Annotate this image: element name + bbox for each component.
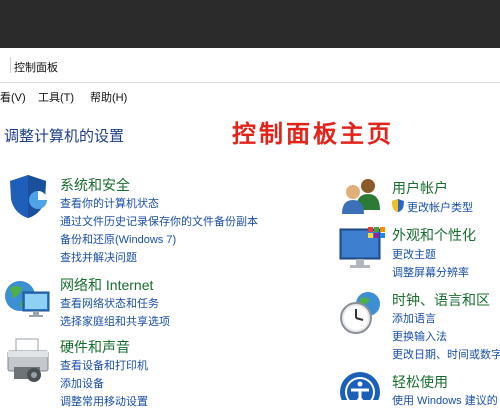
link-view-computer-status[interactable]: 查看你的计算机状态	[60, 195, 159, 211]
link-add-language[interactable]: 添加语言	[392, 310, 436, 326]
menu-tools[interactable]: 工具(T)	[38, 89, 74, 105]
link-backup-restore[interactable]: 备份和还原(Windows 7)	[60, 231, 176, 247]
link-change-account-type[interactable]: 更改帐户类型	[407, 199, 473, 215]
network-globe-icon[interactable]	[4, 274, 52, 322]
shield-icon[interactable]	[4, 172, 52, 220]
address-bar[interactable]: 控制面板	[0, 48, 500, 83]
category-title-clock-region[interactable]: 时钟、语言和区	[392, 290, 490, 310]
link-mobility-settings[interactable]: 调整常用移动设置	[60, 393, 148, 409]
link-change-theme[interactable]: 更改主题	[392, 246, 436, 262]
category-title-appearance[interactable]: 外观和个性化	[392, 225, 476, 245]
category-clock-region: 时钟、语言和区 添加语言 更换输入法 更改日期、时间或数字	[338, 288, 500, 362]
category-ease-of-access: 轻松使用 使用 Windows 建议的	[338, 370, 500, 407]
link-network-status[interactable]: 查看网络状态和任务	[60, 295, 159, 311]
category-title-ease-of-access[interactable]: 轻松使用	[392, 372, 448, 392]
category-user-accounts: 用户帐户 更改帐户类型	[338, 176, 500, 220]
ease-of-access-icon[interactable]	[338, 370, 386, 400]
category-system-security: 系统和安全 查看你的计算机状态 通过文件历史记录保存你的文件备份副本 备份和还原…	[4, 172, 294, 272]
monitor-colors-icon[interactable]	[338, 225, 386, 273]
uac-shield-icon	[392, 199, 404, 212]
category-appearance: 外观和个性化 更改主题 调整屏幕分辨率	[338, 225, 500, 285]
link-add-device[interactable]: 添加设备	[60, 375, 104, 391]
menu-view[interactable]: 看(V)	[0, 89, 26, 105]
category-title-hardware[interactable]: 硬件和声音	[60, 337, 130, 357]
window-title-bar	[0, 0, 500, 48]
annotation-overlay-title: 控制面板主页	[232, 121, 394, 148]
category-network: 网络和 Internet 查看网络状态和任务 选择家庭组和共享选项	[4, 274, 294, 334]
page-heading: 调整计算机的设置	[4, 128, 125, 145]
category-title-network[interactable]: 网络和 Internet	[60, 275, 153, 295]
link-troubleshoot[interactable]: 查找并解决问题	[60, 249, 137, 265]
link-file-history-backup[interactable]: 通过文件历史记录保存你的文件备份副本	[60, 213, 258, 229]
menu-help[interactable]: 帮助(H)	[90, 89, 127, 105]
link-homegroup-sharing[interactable]: 选择家庭组和共享选项	[60, 313, 170, 329]
link-windows-suggested-settings[interactable]: 使用 Windows 建议的	[392, 392, 498, 408]
breadcrumb-control-panel[interactable]: 控制面板	[14, 59, 58, 75]
address-separator	[0, 57, 11, 73]
link-screen-resolution[interactable]: 调整屏幕分辨率	[392, 264, 469, 280]
link-devices-printers[interactable]: 查看设备和打印机	[60, 357, 148, 373]
link-change-input-method[interactable]: 更换输入法	[392, 328, 447, 344]
link-change-date-time[interactable]: 更改日期、时间或数字	[392, 346, 500, 362]
menu-bar: 看(V) 工具(T) 帮助(H)	[0, 83, 500, 109]
category-title-user-accounts[interactable]: 用户帐户	[392, 178, 448, 198]
users-icon[interactable]	[338, 176, 386, 224]
printer-icon[interactable]	[4, 337, 52, 385]
category-title-system-security[interactable]: 系统和安全	[60, 175, 130, 195]
clock-globe-icon[interactable]	[338, 288, 386, 336]
category-hardware: 硬件和声音 查看设备和打印机 添加设备 调整常用移动设置	[4, 337, 294, 408]
